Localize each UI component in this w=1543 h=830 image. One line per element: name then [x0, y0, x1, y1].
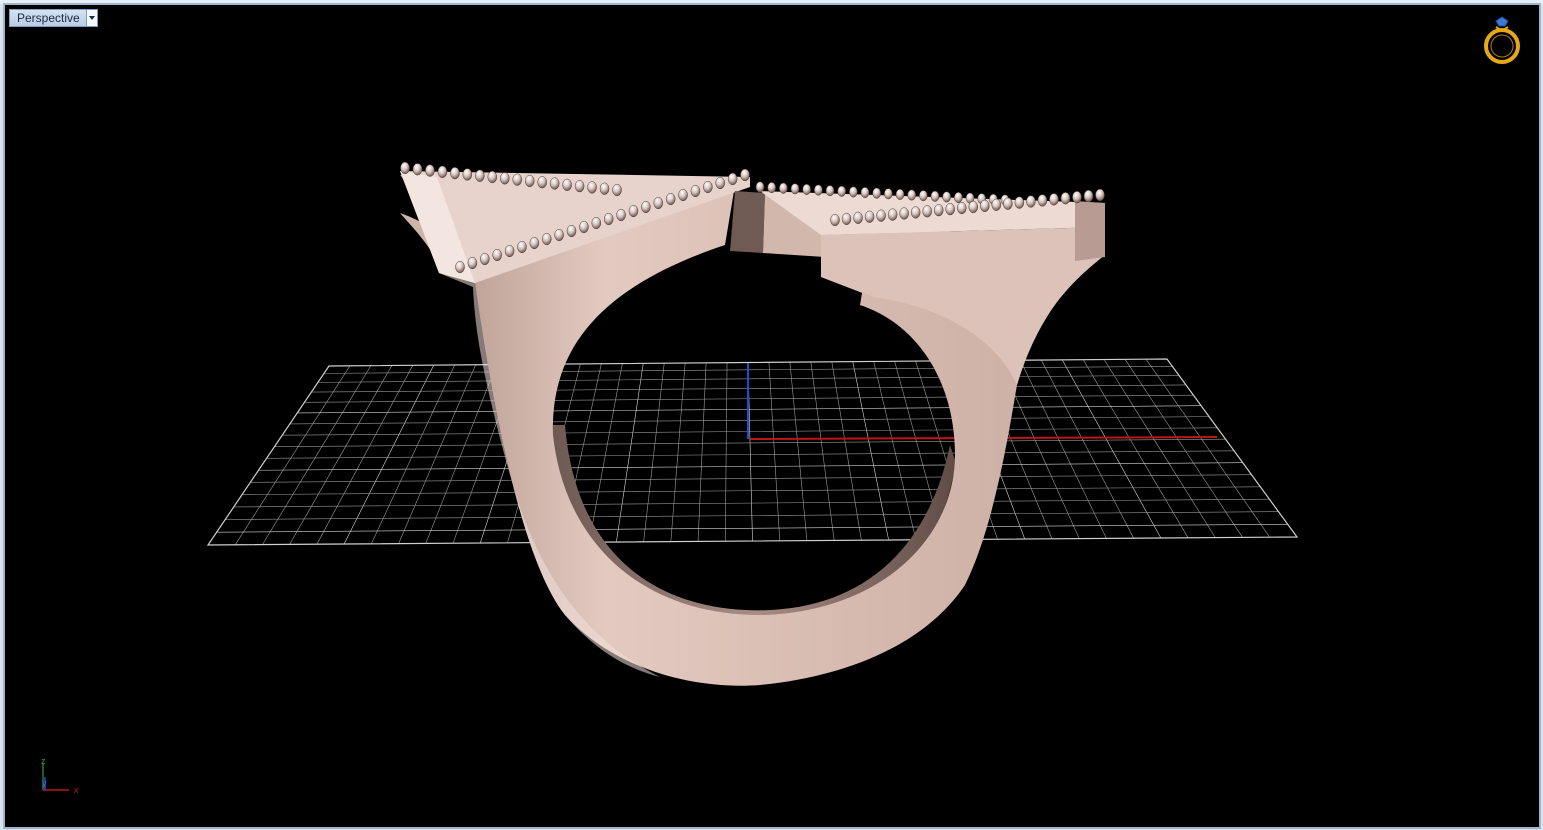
prong-bead	[922, 205, 932, 218]
prong-bead	[895, 188, 905, 200]
prong-bead	[727, 172, 738, 186]
axis-z-label: z	[41, 756, 46, 766]
prong-bead	[919, 190, 928, 202]
prong-bead	[1037, 194, 1048, 207]
prong-bead	[954, 192, 963, 203]
axis-x-label: x	[74, 785, 79, 795]
prong-bead	[492, 248, 502, 262]
perspective-viewport[interactable]: Perspective z y x	[3, 3, 1541, 829]
chevron-down-icon[interactable]	[86, 9, 98, 27]
prong-bead	[562, 178, 572, 191]
prong-bead	[462, 168, 473, 181]
prong-bead	[603, 212, 614, 226]
prong-bead	[841, 212, 852, 226]
prong-bead	[504, 244, 515, 258]
prong-bead	[1003, 197, 1013, 210]
prong-bead	[968, 200, 979, 214]
prong-bead	[703, 180, 713, 194]
prong-bead	[887, 208, 898, 221]
prong-bead	[500, 172, 510, 185]
prong-bead	[1026, 195, 1036, 208]
prong-bead	[653, 196, 664, 210]
prong-bead	[837, 185, 846, 197]
prong-bead	[690, 184, 701, 198]
prong-bead	[628, 204, 639, 218]
prong-bead	[899, 207, 909, 220]
prong-bead	[599, 182, 610, 195]
prong-bead	[524, 174, 535, 188]
prong-bead	[910, 206, 921, 219]
3d-scene[interactable]	[5, 5, 1539, 827]
axis-triad: z y x	[39, 755, 89, 802]
prong-bead	[930, 190, 940, 202]
prong-bead	[1072, 191, 1082, 204]
prong-bead	[876, 209, 886, 222]
prong-bead	[529, 236, 540, 250]
prong-bead	[541, 232, 552, 246]
prong-bead	[549, 177, 560, 190]
prong-bead	[980, 199, 990, 212]
prong-bead	[830, 213, 840, 227]
viewport-title-label[interactable]: Perspective	[9, 9, 87, 27]
prong-bead	[480, 252, 490, 266]
center-block	[730, 191, 765, 253]
prong-bead	[849, 186, 858, 198]
prong-bead	[802, 184, 811, 195]
prong-bead	[455, 260, 465, 274]
prong-bead	[566, 224, 577, 238]
prong-bead	[579, 220, 589, 234]
prong-bead	[942, 191, 951, 203]
prong-bead	[1083, 189, 1094, 203]
prong-bead	[574, 180, 585, 193]
prong-bead	[740, 168, 750, 182]
prong-bead	[991, 198, 1002, 211]
prong-bead	[872, 187, 881, 199]
prong-bead	[412, 163, 423, 176]
prong-bead	[860, 187, 870, 199]
prong-bead	[825, 185, 835, 197]
prong-bead	[1049, 193, 1059, 206]
prong-bead	[1014, 196, 1025, 209]
prong-bead	[591, 216, 602, 230]
prong-bead	[587, 181, 597, 194]
prong-bead	[884, 188, 893, 200]
prong-bead	[715, 176, 725, 190]
prong-bead	[853, 211, 863, 224]
viewport-title-tab[interactable]: Perspective	[9, 9, 98, 27]
prong-bead	[612, 183, 622, 197]
prong-bead	[450, 167, 460, 180]
prong-bead	[933, 204, 944, 217]
prong-bead	[641, 200, 651, 214]
prong-bead	[467, 256, 478, 270]
prong-bead	[487, 170, 498, 184]
prong-bead	[616, 208, 626, 222]
prong-bead	[678, 188, 688, 202]
prong-bead	[779, 182, 788, 194]
prong-bead	[537, 176, 547, 189]
prong-bead	[956, 201, 967, 215]
construction-grid	[206, 358, 1299, 546]
prong-bead	[945, 203, 955, 216]
prong-bead	[864, 210, 875, 223]
prong-bead	[1060, 192, 1071, 205]
prong-bead	[400, 161, 410, 175]
prong-bead	[767, 182, 776, 194]
prong-bead	[814, 184, 823, 196]
ring-icon[interactable]	[1481, 15, 1523, 67]
prong-bead	[475, 169, 485, 182]
prong-bead	[425, 164, 435, 177]
prong-bead	[554, 228, 564, 242]
prong-bead	[790, 183, 800, 195]
ring-model[interactable]	[400, 161, 1105, 686]
prong-bead	[517, 240, 527, 254]
prong-bead	[665, 192, 676, 206]
prong-bead	[907, 189, 916, 201]
axis-y-label: y	[42, 778, 47, 788]
prong-bead	[437, 165, 448, 178]
right-wing-end-cap	[1075, 201, 1105, 261]
prong-bead	[1095, 188, 1105, 202]
prong-bead	[755, 181, 765, 193]
prong-bead	[512, 173, 522, 186]
